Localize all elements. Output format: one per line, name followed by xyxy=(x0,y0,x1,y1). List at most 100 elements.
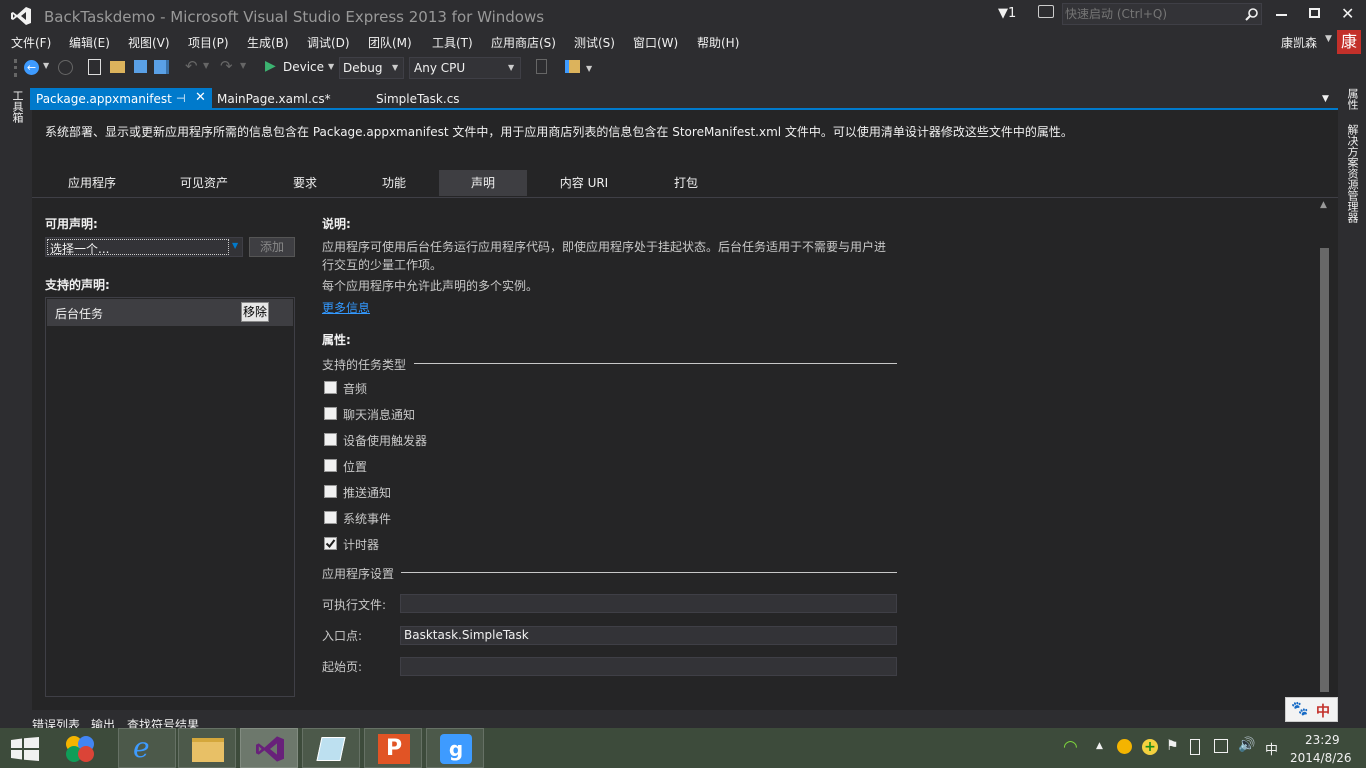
tab-packaging[interactable]: 打包 xyxy=(648,170,724,196)
minimize-icon[interactable] xyxy=(1276,14,1287,16)
taskbar-app-powerpoint[interactable]: P xyxy=(364,728,422,768)
start-debugging-button[interactable]: ▶ Device ▼ xyxy=(262,57,336,79)
undo-dropdown-icon[interactable]: ▼ xyxy=(203,61,209,70)
security-plus-icon[interactable]: + xyxy=(1142,739,1158,755)
location-checkbox[interactable] xyxy=(324,459,337,472)
qq-icon[interactable] xyxy=(1117,739,1132,754)
back-icon[interactable]: ← xyxy=(24,60,39,75)
run-target-dropdown-icon[interactable]: ▼ xyxy=(328,62,334,71)
user-menu-chevron-icon[interactable]: ▼ xyxy=(1325,34,1332,44)
open-file-icon[interactable] xyxy=(110,61,125,73)
back-dropdown-icon[interactable]: ▼ xyxy=(43,61,49,70)
redo-dropdown-icon[interactable]: ▼ xyxy=(240,61,246,70)
remove-declaration-button[interactable]: 移除 xyxy=(241,302,269,322)
declaration-dropdown-icon[interactable]: ▼ xyxy=(232,241,238,250)
platform-select[interactable]: Any CPU ▼ xyxy=(409,57,521,79)
scroll-up-icon[interactable]: ▲ xyxy=(1320,200,1327,210)
tab-content-uris[interactable]: 内容 URI xyxy=(540,170,628,196)
declaration-select[interactable]: 选择一个... ▼ xyxy=(45,237,243,257)
pin-icon[interactable]: ⊣ xyxy=(176,92,186,105)
vertical-scrollbar[interactable]: ▲ xyxy=(1318,196,1332,696)
taskbar-app-browser[interactable]: g xyxy=(426,728,484,768)
ime-toolbar[interactable]: 🐾 中 xyxy=(1285,697,1338,722)
taskbar-app-photos[interactable] xyxy=(56,728,104,768)
platform-dropdown-icon[interactable]: ▼ xyxy=(508,63,514,72)
toolbox-tab[interactable]: 工具箱 xyxy=(9,90,25,123)
menu-project[interactable]: 项目(P) xyxy=(188,34,229,51)
add-declaration-button[interactable]: 添加 xyxy=(249,237,295,257)
phone-icon[interactable] xyxy=(1190,739,1200,755)
undo-icon[interactable]: ↶ xyxy=(185,57,198,75)
task-type-timer[interactable]: 计时器 xyxy=(324,536,444,552)
quick-launch-input[interactable] xyxy=(1065,6,1241,22)
taskbar-app-notes[interactable] xyxy=(302,728,360,768)
action-center-flag-icon[interactable]: ⚑ xyxy=(1166,738,1179,754)
scrollbar-thumb[interactable] xyxy=(1320,248,1329,692)
timer-checkbox[interactable] xyxy=(324,537,337,550)
menu-file[interactable]: 文件(F) xyxy=(11,34,51,51)
configuration-dropdown-icon[interactable]: ▼ xyxy=(392,63,398,72)
system-event-checkbox[interactable] xyxy=(324,511,337,524)
paw-icon[interactable]: 🐾 xyxy=(1291,701,1308,717)
configuration-select[interactable]: Debug ▼ xyxy=(339,57,404,79)
solution-explorer-tab[interactable]: 解决方案资源管理器 xyxy=(1344,124,1360,223)
taskbar-app-ie[interactable]: e xyxy=(118,728,176,768)
menu-test[interactable]: 测试(S) xyxy=(574,34,615,51)
taskbar-ime-indicator[interactable]: 中 xyxy=(1265,739,1278,758)
tab-package-appxmanifest[interactable]: Package.appxmanifest ⊣ ✕ xyxy=(30,88,212,110)
menu-tools[interactable]: 工具(T) xyxy=(432,34,473,51)
find-in-files-icon[interactable] xyxy=(565,60,580,73)
close-icon[interactable]: ✕ xyxy=(1341,4,1354,23)
entry-point-field[interactable]: Basktask.SimpleTask xyxy=(400,626,897,645)
quick-launch-box[interactable] xyxy=(1062,3,1262,25)
taskbar-app-visual-studio[interactable] xyxy=(240,728,298,768)
redo-icon[interactable]: ↷ xyxy=(220,57,233,75)
close-tab-icon[interactable]: ✕ xyxy=(195,90,206,105)
menu-help[interactable]: 帮助(H) xyxy=(697,34,739,51)
wifi-icon[interactable]: ◠ xyxy=(1063,737,1078,757)
menu-edit[interactable]: 编辑(E) xyxy=(69,34,110,51)
toolbar-grip[interactable] xyxy=(14,59,17,77)
notification-flag-icon[interactable]: ▼1 xyxy=(998,6,1016,21)
push-checkbox[interactable] xyxy=(324,485,337,498)
feedback-icon[interactable] xyxy=(1038,5,1054,18)
menu-build[interactable]: 生成(B) xyxy=(247,34,289,51)
windows-start-icon[interactable] xyxy=(11,737,39,761)
audio-checkbox[interactable] xyxy=(324,381,337,394)
taskbar-app-explorer[interactable] xyxy=(178,728,236,768)
tab-list-dropdown-icon[interactable]: ▼ xyxy=(1322,94,1329,104)
executable-field[interactable] xyxy=(400,594,897,613)
ime-mode-label[interactable]: 中 xyxy=(1316,701,1330,721)
menu-view[interactable]: 视图(V) xyxy=(128,34,170,51)
more-info-link[interactable]: 更多信息 xyxy=(322,299,370,316)
save-all-icon[interactable] xyxy=(154,60,169,74)
forward-icon[interactable] xyxy=(58,60,73,75)
save-icon[interactable] xyxy=(134,60,147,73)
device-use-checkbox[interactable] xyxy=(324,433,337,446)
tab-mainpage-xaml-cs[interactable]: MainPage.xaml.cs* xyxy=(212,88,362,110)
list-item[interactable]: 后台任务 移除 xyxy=(47,299,293,326)
tray-expand-icon[interactable]: ▲ xyxy=(1096,741,1103,751)
tab-simpletask-cs[interactable]: SimpleTask.cs xyxy=(370,88,490,110)
device-icon[interactable] xyxy=(536,59,547,74)
network-icon[interactable] xyxy=(1214,739,1228,753)
menu-team[interactable]: 团队(M) xyxy=(368,34,412,51)
chat-checkbox[interactable] xyxy=(324,407,337,420)
restore-icon[interactable] xyxy=(1309,8,1320,18)
task-type-system-event[interactable]: 系统事件 xyxy=(324,510,444,526)
user-avatar[interactable]: 康 xyxy=(1337,30,1361,54)
toolbar-overflow-icon[interactable]: ▼ xyxy=(586,64,592,73)
task-type-location[interactable]: 位置 xyxy=(324,458,444,474)
tab-visual-assets[interactable]: 可见资产 xyxy=(157,170,251,196)
clock[interactable]: 23:29 2014/8/26 xyxy=(1290,730,1352,768)
new-project-icon[interactable] xyxy=(88,59,101,75)
tab-capabilities[interactable]: 功能 xyxy=(355,170,433,196)
tab-requirements[interactable]: 要求 xyxy=(270,170,340,196)
task-type-push[interactable]: 推送通知 xyxy=(324,484,444,500)
search-icon[interactable] xyxy=(1245,7,1259,21)
menu-debug[interactable]: 调试(D) xyxy=(307,34,350,51)
user-name[interactable]: 康凯森 xyxy=(1281,34,1317,51)
menu-store[interactable]: 应用商店(S) xyxy=(491,34,556,51)
task-type-audio[interactable]: 音频 xyxy=(324,380,444,396)
task-type-device-use[interactable]: 设备使用触发器 xyxy=(324,432,464,448)
